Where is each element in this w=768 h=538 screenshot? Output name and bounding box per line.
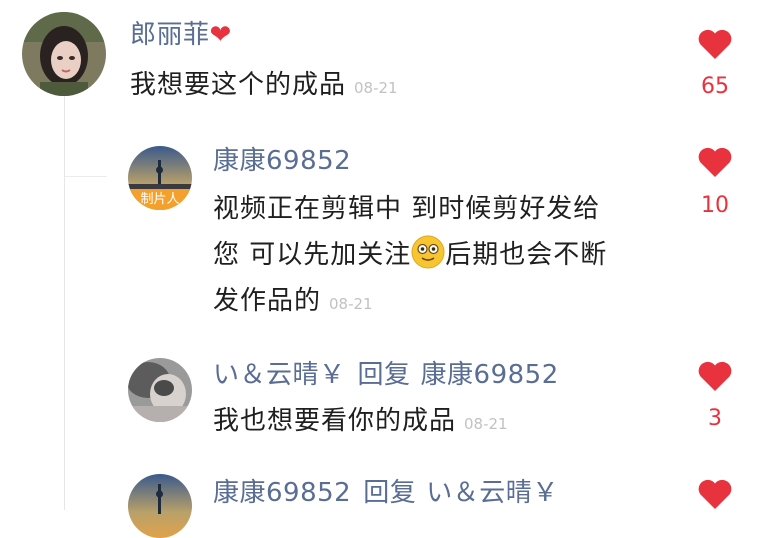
- comment-timestamp: 08-21: [354, 79, 398, 97]
- comment-body: 我想要这个的成品 08-21: [130, 62, 398, 111]
- reply-target-username[interactable]: 康康69852: [421, 360, 559, 390]
- heart-icon: [698, 29, 732, 59]
- heart-icon: [698, 361, 732, 391]
- comment-username[interactable]: い＆云晴￥ 回复 康康69852: [213, 360, 559, 390]
- user-avatar[interactable]: 制片人: [128, 146, 192, 210]
- like-button[interactable]: [697, 146, 733, 182]
- heart-icon: [698, 147, 732, 177]
- girl-selfie-avatar-icon: [22, 12, 106, 96]
- comment-text: 发作品的: [213, 286, 322, 316]
- comment-text: 后期也会不断: [445, 240, 608, 270]
- comment-username[interactable]: 康康69852 回复 い＆云晴￥: [213, 478, 559, 508]
- comment-timestamp: 08-21: [329, 295, 373, 313]
- like-button[interactable]: [697, 360, 733, 396]
- comment-text: 我也想要看你的成品: [213, 406, 457, 436]
- like-count: 65: [701, 74, 729, 99]
- smiling-face-emoji-icon: [411, 235, 445, 269]
- reply-target-username[interactable]: い＆云晴￥: [426, 478, 559, 508]
- comment-text: 您 可以先加关注: [213, 240, 412, 270]
- red-heart-icon: ❤: [209, 20, 232, 50]
- user-avatar[interactable]: [128, 358, 192, 422]
- comment-username[interactable]: 郎丽菲❤: [130, 20, 232, 50]
- like-count: 3: [708, 406, 722, 431]
- comment-text: 视频正在剪辑中 到时候剪好发给: [213, 194, 601, 224]
- city-tower-avatar-icon: [128, 474, 192, 538]
- blurry-person-avatar-icon: [128, 358, 192, 422]
- heart-icon: [698, 479, 732, 509]
- like-button[interactable]: [697, 478, 733, 514]
- like-count: 10: [701, 193, 729, 218]
- avatar-badge: 制片人: [128, 189, 192, 210]
- thread-line: [64, 92, 65, 510]
- comment-username[interactable]: 康康69852: [213, 146, 351, 176]
- comment-text: 我想要这个的成品: [130, 70, 347, 100]
- comment-body: 视频正在剪辑中 到时候剪好发给 您 可以先加关注 后期也会不断 发作品的 08-2…: [213, 186, 607, 327]
- username-text[interactable]: い＆云晴￥: [213, 360, 346, 390]
- user-avatar[interactable]: [128, 474, 192, 538]
- comment-body: 我也想要看你的成品 08-21: [213, 398, 508, 447]
- reply-label: 回复: [363, 478, 417, 508]
- like-button[interactable]: [697, 28, 733, 64]
- reply-label: 回复: [357, 360, 411, 390]
- comment-timestamp: 08-21: [464, 415, 508, 433]
- username-text[interactable]: 康康69852: [213, 478, 351, 508]
- reply-connector: [65, 176, 107, 177]
- username-text[interactable]: 郎丽菲: [130, 20, 210, 50]
- user-avatar[interactable]: [22, 12, 106, 96]
